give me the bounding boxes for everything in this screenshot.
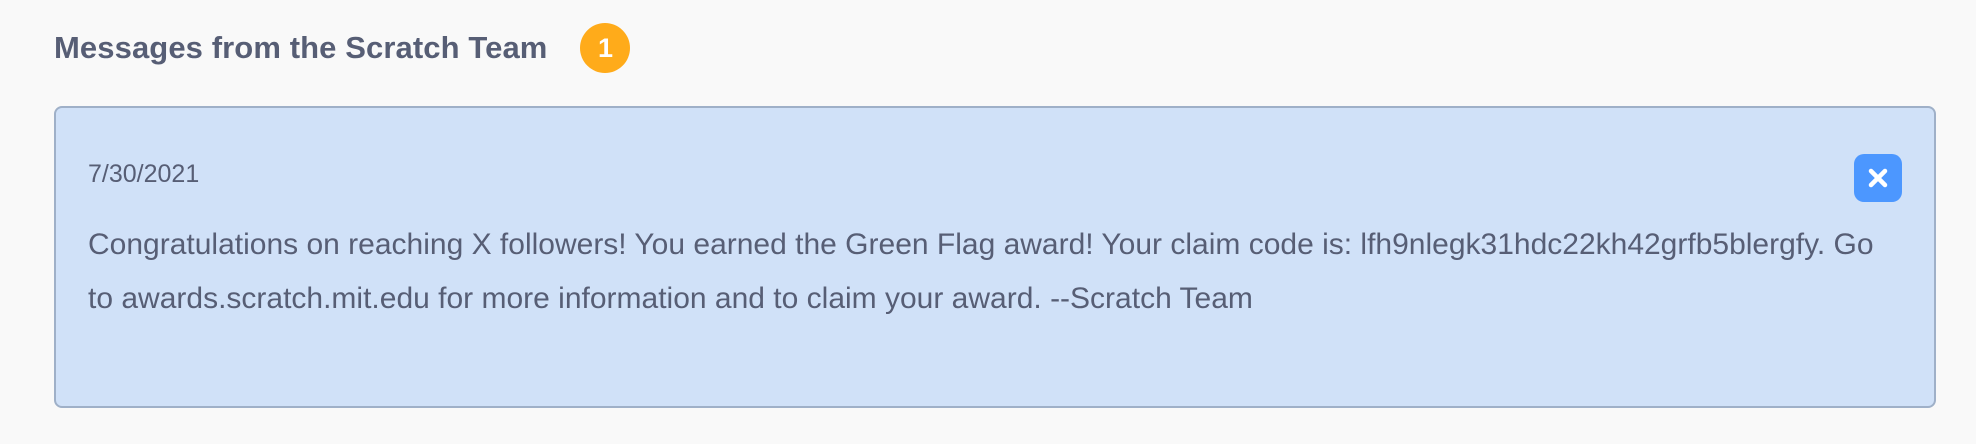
close-icon	[1868, 168, 1888, 188]
message-count-badge: 1	[580, 23, 631, 73]
section-header: Messages from the Scratch Team 1	[54, 22, 631, 74]
message-date: 7/30/2021	[88, 160, 200, 188]
section-title: Messages from the Scratch Team	[54, 30, 548, 65]
message-body: Congratulations on reaching X followers!…	[88, 228, 1874, 315]
admin-message-card: 7/30/2021 Congratulations on reaching X …	[54, 106, 1936, 408]
dismiss-message-button[interactable]	[1854, 154, 1902, 202]
